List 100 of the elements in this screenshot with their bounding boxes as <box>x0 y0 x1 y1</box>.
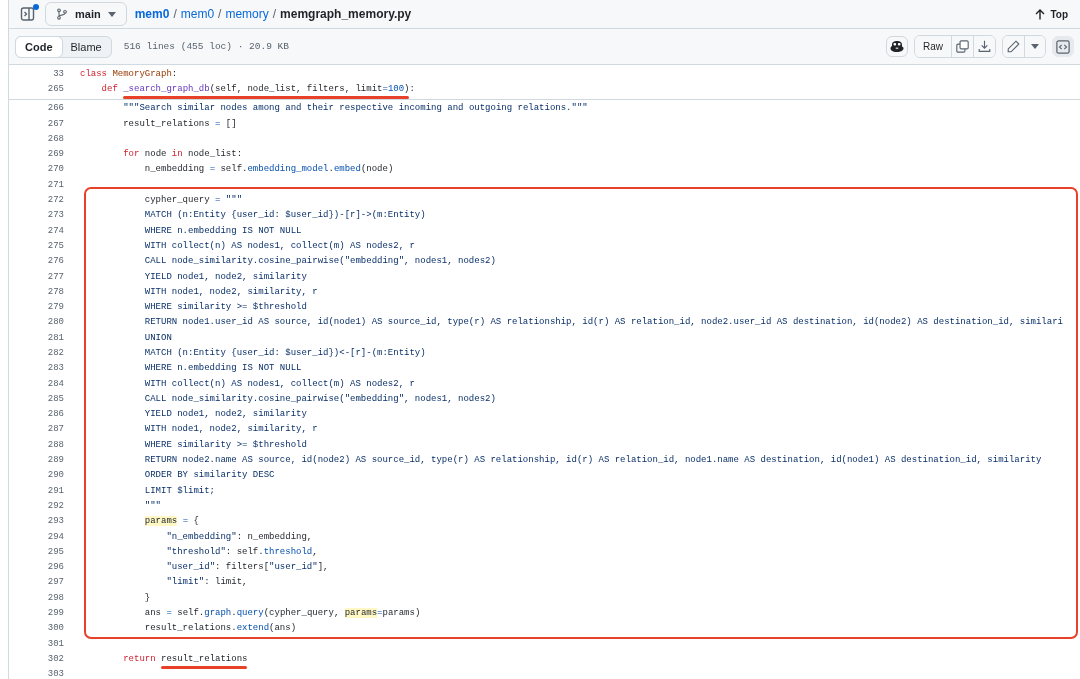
line-number: 300 <box>46 623 64 634</box>
code-line: for node in node_list: <box>122 149 243 160</box>
branch-selector-button[interactable]: main <box>45 2 127 26</box>
line-number: 298 <box>46 592 64 603</box>
code-line: RETURN node1.user_id AS source, id(node1) AS source_id, type(r) AS relationship, id(r) AS relation_id, node2.user_id AS destination, id(node2) AS destination_id, similari <box>143 317 1063 328</box>
code-line: """ <box>143 500 161 511</box>
line-number: 296 <box>46 562 64 573</box>
file-info: 516 lines (455 loc) · 20.9 KB <box>123 41 289 52</box>
line-number: 295 <box>46 546 64 557</box>
line-number: 274 <box>46 225 64 236</box>
view-tab[interactable]: Blame <box>60 35 112 58</box>
symbols-panel-button[interactable] <box>1052 36 1074 57</box>
code-line: RETURN node2.name AS source, id(node2) AS source_id, type(r) AS relationship, id(r) AS relation_id, node1.name AS destination, id(node1) AS destination_id, similarity <box>143 455 1042 466</box>
line-number: 285 <box>46 393 64 404</box>
code-line: WHERE similarity >= $threshold <box>143 439 307 450</box>
line-number: 269 <box>46 149 64 160</box>
line-number: 293 <box>46 516 64 527</box>
line-number: 268 <box>46 133 64 144</box>
line-number: 282 <box>46 348 64 358</box>
line-number: 273 <box>46 210 64 221</box>
branch-icon <box>56 8 68 20</box>
code-line: WHERE n.embedding IS NOT NULL <box>143 225 302 236</box>
line-number: 275 <box>46 240 64 251</box>
line-number: 266 <box>46 103 64 114</box>
copy-icon <box>956 40 969 53</box>
line-number: 290 <box>46 470 64 481</box>
line-number: 297 <box>46 577 64 588</box>
code-line: WITH node1, node2, similarity, r <box>143 424 318 435</box>
download-icon <box>978 40 991 53</box>
code-line: "n_embedding": n_embedding, <box>165 531 313 542</box>
line-number: 271 <box>46 179 64 190</box>
code-line: } <box>143 592 151 603</box>
robot-face-icon <box>890 40 904 53</box>
line-number: 277 <box>46 271 64 282</box>
line-number: 289 <box>46 455 64 466</box>
code-line: params = { <box>143 516 199 527</box>
code-brackets-icon <box>1056 39 1070 54</box>
line-number: 286 <box>46 409 64 420</box>
code-line: WITH node1, node2, similarity, r <box>143 286 318 297</box>
line-number: 270 <box>46 164 64 175</box>
sidebar-toggle-button[interactable] <box>19 5 37 23</box>
code-line: "limit": limit, <box>165 577 248 588</box>
line-number: 284 <box>46 378 64 389</box>
breadcrumb-separator: / <box>272 7 277 21</box>
code-line: WHERE n.embedding IS NOT NULL <box>143 363 302 374</box>
breadcrumb-link[interactable]: mem0 <box>134 7 170 21</box>
line-number: 291 <box>46 485 64 496</box>
line-number: 301 <box>46 638 64 649</box>
code-line: return result_relations <box>80 653 248 664</box>
code-line: """Search similar nodes among and their respective incoming and outgoing relations.""" <box>122 103 588 114</box>
pencil-icon <box>1007 40 1020 53</box>
download-button[interactable] <box>973 36 995 57</box>
line-number: 265 <box>46 83 64 94</box>
breadcrumb-separator: / <box>218 7 222 21</box>
line-number: 294 <box>46 531 64 542</box>
code-line: WITH collect(n) AS nodes1, collect(m) AS nodes2, r <box>143 378 415 389</box>
code-line: result_relations.extend(ans) <box>143 623 297 634</box>
code-line: YIELD node1, node2, similarity <box>143 271 307 282</box>
line-number: 299 <box>46 608 64 619</box>
up-arrow-icon <box>1035 8 1046 20</box>
line-number: 276 <box>46 256 64 267</box>
line-number: 287 <box>46 424 64 435</box>
copilot-button[interactable] <box>886 36 908 57</box>
code-line: n_embedding = self.embedding_model.embed(node) <box>143 164 394 175</box>
line-number: 302 <box>46 653 64 664</box>
code-line: CALL node_similarity.cosine_pairwise("embedding", nodes1, nodes2) <box>143 256 496 267</box>
line-number: 283 <box>46 363 64 374</box>
more-options-button[interactable] <box>1024 36 1045 57</box>
view-tab[interactable]: Code <box>15 35 63 58</box>
code-line: WITH collect(n) AS nodes1, collect(m) AS nodes2, r <box>143 240 415 251</box>
code-line: result_relations = [] <box>122 118 237 129</box>
line-number: 303 <box>46 669 64 679</box>
code-line: MATCH (n:Entity {user_id: $user_id})-[r]->(m:Entity) <box>143 210 426 221</box>
code-line: "threshold": self.threshold, <box>165 546 318 557</box>
code-line: class MemoryGraph: <box>80 68 178 79</box>
line-number: 279 <box>46 302 64 313</box>
line-number: 33 <box>52 68 64 79</box>
code-line: CALL node_similarity.cosine_pairwise("embedding", nodes1, nodes2) <box>143 393 496 404</box>
code-line: "user_id": filters["user_id"], <box>165 562 329 573</box>
breadcrumb-separator: / <box>173 7 177 21</box>
line-number: 280 <box>46 317 64 328</box>
code-line: cypher_query = """ <box>143 195 243 205</box>
code-line: ORDER BY similarity DESC <box>143 470 275 481</box>
back-to-top-link[interactable]: Top <box>1035 8 1068 20</box>
file-name: memgraph_memory.py <box>280 7 412 21</box>
breadcrumb-link[interactable]: mem0 <box>180 7 215 21</box>
caret-icon <box>1031 44 1039 49</box>
breadcrumb-link[interactable]: memory <box>225 7 269 21</box>
line-number: 278 <box>46 286 64 297</box>
code-line: MATCH (n:Entity {user_id: $user_id})<-[r]-(m:Entity) <box>143 348 426 358</box>
code-line: ans = self.graph.query(cypher_query, params=params) <box>143 608 421 619</box>
code-line: YIELD node1, node2, similarity <box>143 409 307 420</box>
line-number: 292 <box>46 500 64 511</box>
line-number: 272 <box>46 195 64 205</box>
code-line: def _search_graph_db(self, node_list, filters, limit=100): <box>80 83 415 94</box>
code-line: LIMIT $limit; <box>143 485 216 496</box>
line-number: 281 <box>46 332 64 343</box>
line-number: 267 <box>46 118 64 129</box>
caret-icon <box>107 11 116 17</box>
line-number: 288 <box>46 439 64 450</box>
